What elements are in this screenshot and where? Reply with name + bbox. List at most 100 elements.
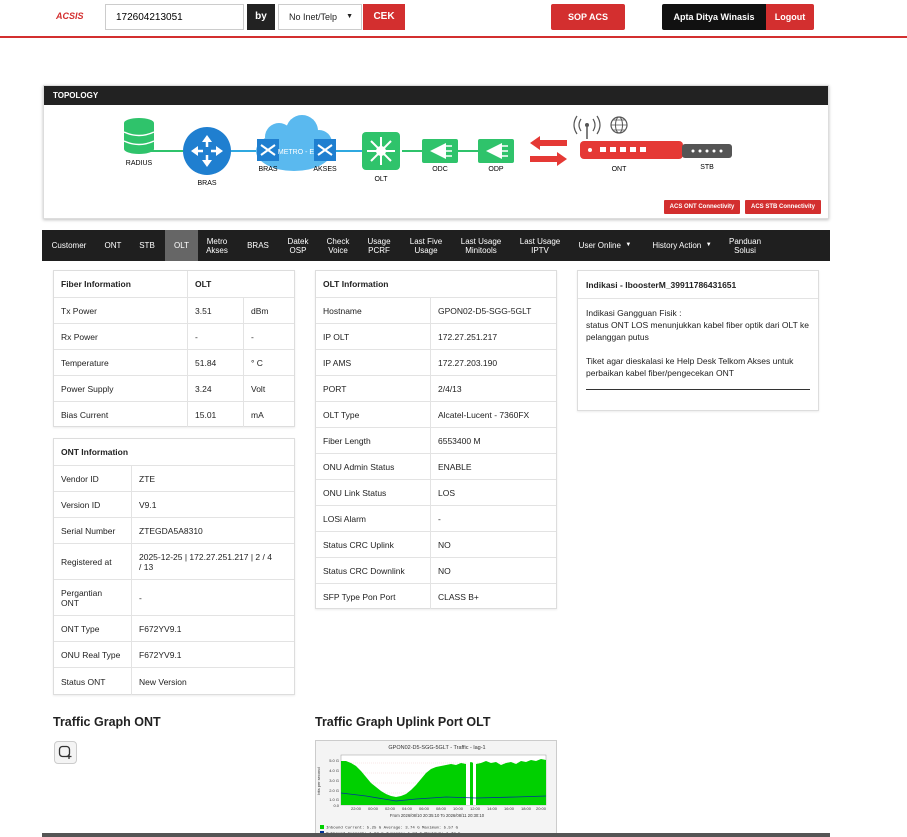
search-type-select[interactable]: No Inet/Telp ▼ xyxy=(278,4,362,30)
bras-router-icon xyxy=(183,127,231,175)
tab-check-voice[interactable]: Check Voice xyxy=(321,230,355,261)
fiber-header-title: Fiber Information xyxy=(61,279,131,289)
node-label-radius: RADIUS xyxy=(126,160,153,167)
indikasi-body: Indikasi Gangguan Fisik : status ONT LOS … xyxy=(578,299,818,398)
row-label: Vendor ID xyxy=(61,473,99,484)
y-tick: 3.0 G xyxy=(329,778,339,783)
node-label-bras: BRAS xyxy=(197,180,216,187)
search-input[interactable] xyxy=(105,4,244,30)
x-tick: 16:00 xyxy=(504,806,515,811)
app-logo[interactable]: ACSIS xyxy=(56,11,84,21)
sop-acs-button[interactable]: SOP ACS xyxy=(551,4,625,30)
row-label: ONU Link Status xyxy=(323,487,387,498)
row-value: 172.27.203.190 xyxy=(430,350,558,375)
ont-device-icon xyxy=(580,141,683,159)
table-row: ONU Real Type F672YV9.1 xyxy=(54,642,294,668)
table-row: ONU Link Status LOS xyxy=(316,480,556,506)
table-row: Rx Power - - xyxy=(54,324,294,350)
tab-bras[interactable]: BRAS xyxy=(241,230,275,261)
row-label: IP AMS xyxy=(323,357,352,368)
tab-ont[interactable]: ONT xyxy=(96,230,130,261)
tab-usage-pcrf[interactable]: Usage PCRF xyxy=(361,230,397,261)
tab-user-online[interactable]: User Online ▼ xyxy=(572,230,638,261)
indikasi-description: status ONT LOS menunjukkan kabel fiber o… xyxy=(586,320,809,342)
table-row: Fiber Length 6553400 M xyxy=(316,428,556,454)
indikasi-heading: Indikasi Gangguan Fisik : xyxy=(586,308,682,318)
row-value: 2/4/13 xyxy=(430,376,558,401)
add-graph-icon xyxy=(58,745,72,759)
table-row: Serial Number ZTEGDA5A8310 xyxy=(54,518,294,544)
row-value: GPON02-D5-SGG-5GLT xyxy=(430,298,558,323)
tab-olt[interactable]: OLT xyxy=(165,230,198,261)
row-label: Version ID xyxy=(61,499,101,510)
graph-title: GPON02-D5-SGG-5GLT - Traffic - lag-1 xyxy=(388,745,485,751)
table-row: Status CRC Downlink NO xyxy=(316,558,556,584)
tab-last-usage-minitools[interactable]: Last Usage Minitools xyxy=(454,230,508,261)
divider xyxy=(586,389,810,390)
olt-information-card: OLT Information Hostname GPON02-D5-SGG-5… xyxy=(315,270,557,609)
acs-stb-connectivity-button[interactable]: ACS STB Connectivity xyxy=(745,200,821,214)
row-label: Status ONT xyxy=(61,676,106,687)
table-row: LOSi Alarm - xyxy=(316,506,556,532)
x-tick: 20:00 xyxy=(536,806,547,811)
tab-datek-osp[interactable]: Datek OSP xyxy=(281,230,315,261)
node-label-odp: ODP xyxy=(488,166,504,173)
tab-panduan-solusi[interactable]: Panduan Solusi xyxy=(722,230,768,261)
table-row: Version ID V9.1 xyxy=(54,492,294,518)
indikasi-escalation: Tiket agar dieskalasi ke Help Desk Telko… xyxy=(586,356,794,378)
ont-header-row: ONT Information xyxy=(54,439,294,466)
row-value: F672YV9.1 xyxy=(131,616,296,641)
y-tick: 2.0 G xyxy=(329,788,339,793)
search-type-value: No Inet/Telp xyxy=(289,12,338,22)
row-value: F672YV9.1 xyxy=(131,642,296,667)
row-label: Hostname xyxy=(323,305,362,316)
topology-diagram: RADIUS BRAS METRO - E BRAS AKSES OLT ODC… xyxy=(123,115,732,187)
table-row: ONU Admin Status ENABLE xyxy=(316,454,556,480)
table-row: Status ONT New Version xyxy=(54,668,294,695)
y-tick: 4.0 G xyxy=(329,768,339,773)
odc-splitter-icon xyxy=(422,139,458,163)
ont-header-title: ONT Information xyxy=(61,447,129,457)
cek-button[interactable]: CEK xyxy=(363,4,405,30)
y-tick: 5.0 G xyxy=(329,758,339,763)
row-label: Registered at xyxy=(61,556,112,567)
row-value: ZTE xyxy=(131,466,296,491)
x-tick: 18:00 xyxy=(521,806,532,811)
row-label: Power Supply xyxy=(61,383,114,394)
row-label: LOSi Alarm xyxy=(323,513,366,524)
graph-range: From 2026/08/10 20:35:10 To 2026/08/11 2… xyxy=(390,813,485,818)
tab-history-action[interactable]: History Action ▼ xyxy=(644,230,720,261)
by-label: by xyxy=(247,4,275,30)
fiber-information-card: Fiber Information OLT Tx Power 3.51 dBm … xyxy=(53,270,295,427)
main-nav: Customer ONT STB OLT Metro Akses BRAS Da… xyxy=(42,230,830,261)
row-unit: - xyxy=(243,324,296,349)
olt-header-row: OLT Information xyxy=(316,271,556,298)
tab-last-usage-iptv[interactable]: Last Usage IPTV xyxy=(514,230,566,261)
table-row: Pergantian ONT - xyxy=(54,580,294,616)
row-value: 2025-12-25 | 172.27.251.217 | 2 / 4 / 13 xyxy=(131,544,296,579)
table-row: SFP Type Pon Port CLASS B+ xyxy=(316,584,556,609)
add-graph-button[interactable] xyxy=(54,741,77,764)
acs-ont-connectivity-button[interactable]: ACS ONT Connectivity xyxy=(664,200,740,214)
node-label-ont: ONT xyxy=(612,166,628,173)
ont-wifi-icon xyxy=(573,115,601,139)
tab-metro-akses[interactable]: Metro Akses xyxy=(200,230,234,261)
graph-y-label: bits per second xyxy=(316,767,321,794)
row-label: PORT xyxy=(323,383,347,394)
table-row: Status CRC Uplink NO xyxy=(316,532,556,558)
table-row: OLT Type Alcatel-Lucent - 7360FX xyxy=(316,402,556,428)
table-row: Vendor ID ZTE xyxy=(54,466,294,492)
indikasi-title: Indikasi - IboosterM_39911786431651 xyxy=(578,271,818,299)
table-row: ONT Type F672YV9.1 xyxy=(54,616,294,642)
olt-header-title: OLT Information xyxy=(323,279,389,289)
logout-button[interactable]: Logout xyxy=(766,4,814,30)
row-value: - xyxy=(187,324,243,349)
table-row: Bias Current 15.01 mA xyxy=(54,402,294,427)
tab-last-five-usage[interactable]: Last Five Usage xyxy=(404,230,448,261)
row-unit: mA xyxy=(243,402,296,427)
node-label-odc: ODC xyxy=(432,166,448,173)
tab-customer[interactable]: Customer xyxy=(46,230,92,261)
table-row: Temperature 51.84 ° C xyxy=(54,350,294,376)
odp-splitter-icon xyxy=(478,139,514,163)
tab-stb[interactable]: STB xyxy=(132,230,162,261)
